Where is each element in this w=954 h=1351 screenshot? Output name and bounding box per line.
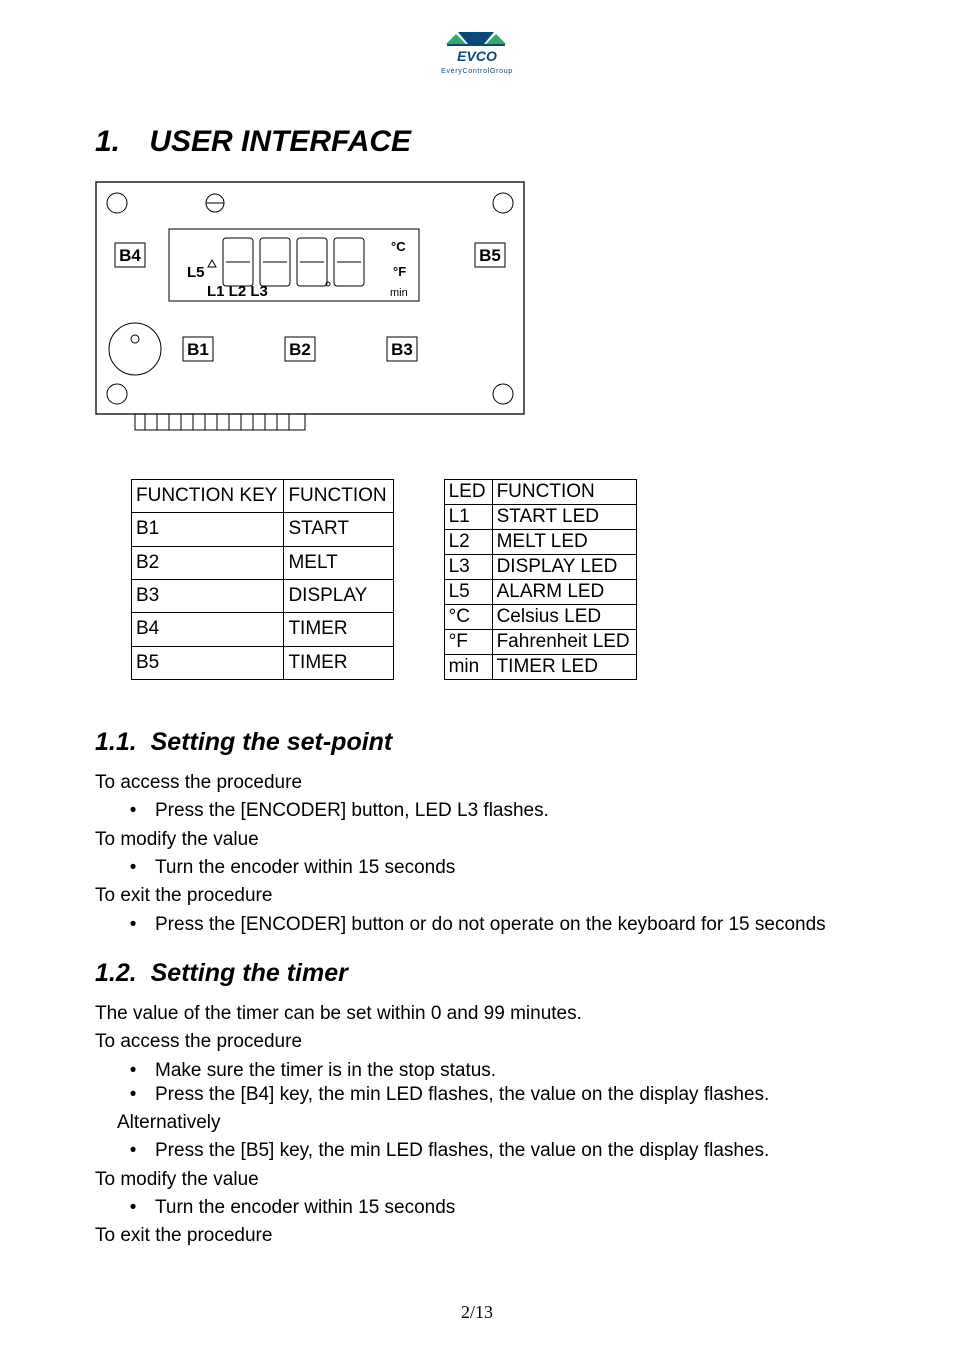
table-header-cell: FUNCTION	[284, 480, 393, 513]
table-row: L1START LED	[444, 505, 636, 530]
led-function-table: LED FUNCTION L1START LED L2MELT LED L3DI…	[444, 479, 637, 680]
section-1-title: USER INTERFACE	[149, 125, 411, 158]
list-item: Turn the encoder within 15 seconds	[147, 1196, 859, 1220]
table-row: B4TIMER	[132, 613, 394, 646]
subsection-1-1-heading: 1.1. Setting the set-point	[95, 728, 859, 757]
subsection-title: Setting the set-point	[151, 728, 393, 756]
table-row: B3DISPLAY	[132, 579, 394, 612]
svg-text:L5: L5	[187, 264, 205, 281]
body-text: To access the procedure	[95, 771, 859, 795]
table-row: B1START	[132, 513, 394, 546]
brand-logo: EVCO EveryControlGroup	[422, 30, 532, 85]
svg-text:B3: B3	[391, 340, 413, 359]
table-row: LED FUNCTION	[444, 480, 636, 505]
list-item: Turn the encoder within 15 seconds	[147, 856, 859, 880]
subsection-num: 1.2.	[95, 959, 137, 987]
subsection-num: 1.1.	[95, 728, 137, 756]
table-row: minTIMER LED	[444, 655, 636, 680]
list-item: Make sure the timer is in the stop statu…	[147, 1059, 859, 1083]
device-diagram: B4 B5 L5	[95, 181, 525, 441]
svg-text:B2: B2	[289, 340, 311, 359]
body-text: To access the procedure	[95, 1030, 859, 1054]
body-text: The value of the timer can be set within…	[95, 1002, 859, 1026]
function-key-table: FUNCTION KEY FUNCTION B1START B2MELT B3D…	[131, 479, 394, 680]
svg-text:°C: °C	[391, 239, 406, 254]
body-text: To modify the value	[95, 1168, 859, 1192]
body-text: To exit the procedure	[95, 1224, 859, 1248]
table-row: °FFahrenheit LED	[444, 630, 636, 655]
page-number: 2/13	[461, 1302, 493, 1323]
list-item: Press the [B4] key, the min LED flashes,…	[147, 1083, 859, 1107]
table-row: FUNCTION KEY FUNCTION	[132, 480, 394, 513]
table-row: °CCelsius LED	[444, 605, 636, 630]
table-row: L2MELT LED	[444, 530, 636, 555]
body-text: Alternatively	[95, 1111, 859, 1135]
tables-row: FUNCTION KEY FUNCTION B1START B2MELT B3D…	[131, 479, 859, 680]
subsection-title: Setting the timer	[151, 959, 348, 987]
svg-text:B5: B5	[479, 246, 501, 265]
table-row: B5TIMER	[132, 646, 394, 679]
body-text: To exit the procedure	[95, 884, 859, 908]
list-item: Press the [ENCODER] button or do not ope…	[147, 913, 859, 937]
section-1-num: 1.	[95, 125, 141, 159]
logo-subtitle-text: EveryControlGroup	[441, 68, 513, 75]
svg-text:L1 L2 L3: L1 L2 L3	[207, 283, 268, 300]
logo-brand-text: EVCO	[457, 48, 497, 64]
table-row: B2MELT	[132, 546, 394, 579]
section-1-heading: 1. USER INTERFACE	[95, 125, 859, 159]
svg-text:min: min	[390, 287, 408, 299]
table-row: L5ALARM LED	[444, 580, 636, 605]
list-item: Press the [ENCODER] button, LED L3 flash…	[147, 799, 859, 823]
table-header-cell: FUNCTION KEY	[132, 480, 284, 513]
table-header-cell: LED	[444, 480, 492, 505]
table-header-cell: FUNCTION	[492, 480, 636, 505]
body-text: To modify the value	[95, 828, 859, 852]
table-row: L3DISPLAY LED	[444, 555, 636, 580]
svg-text:B1: B1	[187, 340, 209, 359]
subsection-1-2-heading: 1.2. Setting the timer	[95, 959, 859, 988]
list-item: Press the [B5] key, the min LED flashes,…	[147, 1139, 859, 1163]
svg-text:°F: °F	[393, 264, 406, 279]
svg-text:B4: B4	[119, 246, 141, 265]
